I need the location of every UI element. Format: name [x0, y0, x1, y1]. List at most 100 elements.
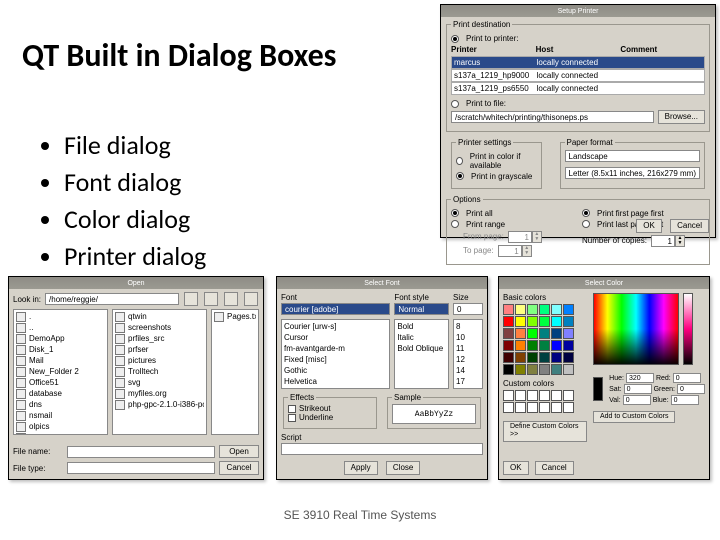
file-item[interactable]: Mail	[16, 355, 105, 366]
copies-spin[interactable]: 1▲▼	[651, 235, 685, 247]
radio-print-all[interactable]	[451, 209, 459, 217]
list-item[interactable]: Helvetica	[284, 376, 387, 387]
color-swatch[interactable]	[551, 328, 562, 339]
style-selected[interactable]: Normal	[394, 303, 449, 315]
lookin-select[interactable]: /home/reggie/	[45, 293, 179, 305]
color-swatch[interactable]	[551, 316, 562, 327]
color-swatch[interactable]	[539, 402, 550, 413]
color-swatch[interactable]	[563, 304, 574, 315]
color-swatch[interactable]	[515, 390, 526, 401]
color-gradient[interactable]	[593, 293, 679, 365]
define-custom-button[interactable]: Define Custom Colors >>	[503, 421, 587, 442]
color-swatch[interactable]	[539, 340, 550, 351]
color-swatch[interactable]	[503, 340, 514, 351]
file-item[interactable]: screenshots	[115, 322, 204, 333]
blue-input[interactable]: 0	[671, 395, 699, 405]
file-item[interactable]: New_Folder 2	[16, 366, 105, 377]
file-item[interactable]: Office51	[16, 377, 105, 388]
list-item[interactable]: 12	[456, 354, 480, 365]
list-item[interactable]: Terminal [dec]	[284, 387, 387, 389]
color-swatch[interactable]	[551, 402, 562, 413]
color-swatch[interactable]	[551, 352, 562, 363]
font-selected[interactable]: courier [adobe]	[281, 303, 390, 315]
color-swatch[interactable]	[515, 364, 526, 375]
radio-color[interactable]	[456, 157, 463, 165]
file-list-col2[interactable]: qtwinscreenshotsprfiles_srcprfserpicture…	[112, 309, 207, 435]
basic-colors-grid[interactable]	[503, 304, 587, 375]
list-item[interactable]: Bold Oblique	[397, 343, 446, 354]
style-list[interactable]: BoldItalicBold Oblique	[394, 319, 449, 389]
color-swatch[interactable]	[503, 402, 514, 413]
list-item[interactable]: Italic	[397, 332, 446, 343]
color-swatch[interactable]	[515, 340, 526, 351]
file-cancel-button[interactable]: Cancel	[219, 461, 259, 475]
file-item[interactable]: DemoApp	[16, 333, 105, 344]
color-swatch[interactable]	[503, 364, 514, 375]
radio-last-page-first[interactable]	[582, 220, 590, 228]
open-button[interactable]: Open	[219, 445, 259, 459]
list-item[interactable]: 17	[456, 376, 480, 387]
orientation-select[interactable]: Landscape	[565, 150, 700, 162]
list-view-button[interactable]	[224, 292, 238, 306]
list-item[interactable]: Fixed [misc]	[284, 354, 387, 365]
radio-gray[interactable]	[456, 172, 464, 180]
cancel-button[interactable]: Cancel	[670, 219, 709, 233]
script-select[interactable]	[281, 443, 483, 455]
color-swatch[interactable]	[527, 402, 538, 413]
detail-view-button[interactable]	[244, 292, 258, 306]
color-swatch[interactable]	[563, 364, 574, 375]
file-item[interactable]: qtwin	[115, 311, 204, 322]
list-item[interactable]: Bold	[397, 321, 446, 332]
file-list-col3[interactable]: Pages.txt	[211, 309, 259, 435]
color-swatch[interactable]	[539, 316, 550, 327]
color-swatch[interactable]	[503, 328, 514, 339]
color-swatch[interactable]	[539, 352, 550, 363]
strikeout-checkbox[interactable]	[288, 405, 296, 413]
color-swatch[interactable]	[527, 328, 538, 339]
color-swatch[interactable]	[563, 340, 574, 351]
file-item[interactable]: Disk_1	[16, 344, 105, 355]
color-swatch[interactable]	[527, 364, 538, 375]
file-item[interactable]: myfiles.org	[115, 388, 204, 399]
add-custom-button[interactable]: Add to Custom Colors	[593, 411, 675, 423]
paper-size-select[interactable]: Letter (8.5x11 inches, 216x279 mm)	[565, 167, 700, 179]
color-swatch[interactable]	[503, 352, 514, 363]
browse-button[interactable]: Browse...	[658, 110, 705, 124]
file-item[interactable]: Trolltech	[115, 366, 204, 377]
luminance-slider[interactable]	[683, 293, 693, 365]
file-item[interactable]: Shell	[16, 432, 105, 435]
close-button[interactable]: Close	[386, 461, 420, 475]
filetype-select[interactable]	[67, 462, 215, 474]
apply-button[interactable]: Apply	[344, 461, 378, 475]
printer-row[interactable]: s137a_1219_hp9000locally connected	[451, 69, 705, 82]
color-swatch[interactable]	[527, 340, 538, 351]
file-item[interactable]: .	[16, 311, 105, 322]
color-swatch[interactable]	[503, 304, 514, 315]
color-cancel-button[interactable]: Cancel	[535, 461, 574, 475]
color-swatch[interactable]	[515, 328, 526, 339]
from-page-spin[interactable]: 1▲▼	[508, 231, 542, 243]
color-swatch[interactable]	[503, 390, 514, 401]
radio-first-page-first[interactable]	[582, 209, 590, 217]
file-item[interactable]: dns	[16, 399, 105, 410]
color-swatch[interactable]	[515, 304, 526, 315]
color-swatch[interactable]	[563, 316, 574, 327]
size-list[interactable]: 81011121417	[453, 319, 483, 389]
color-ok-button[interactable]: OK	[503, 461, 529, 475]
list-item[interactable]: 10	[456, 332, 480, 343]
hue-input[interactable]: 320	[626, 373, 654, 383]
file-item[interactable]: olpics	[16, 421, 105, 432]
custom-colors-grid[interactable]	[503, 390, 587, 413]
size-selected[interactable]: 0	[453, 303, 483, 315]
color-swatch[interactable]	[515, 316, 526, 327]
up-button[interactable]	[184, 292, 198, 306]
radio-print-to-file[interactable]	[451, 100, 459, 108]
list-item[interactable]: 11	[456, 343, 480, 354]
color-swatch[interactable]	[503, 316, 514, 327]
color-swatch[interactable]	[563, 352, 574, 363]
to-page-spin[interactable]: 1▲▼	[498, 245, 532, 257]
ok-button[interactable]: OK	[636, 219, 662, 233]
printer-list[interactable]: marcuslocally connecteds137a_1219_hp9000…	[451, 56, 705, 95]
color-swatch[interactable]	[527, 304, 538, 315]
radio-print-range[interactable]	[451, 220, 459, 228]
